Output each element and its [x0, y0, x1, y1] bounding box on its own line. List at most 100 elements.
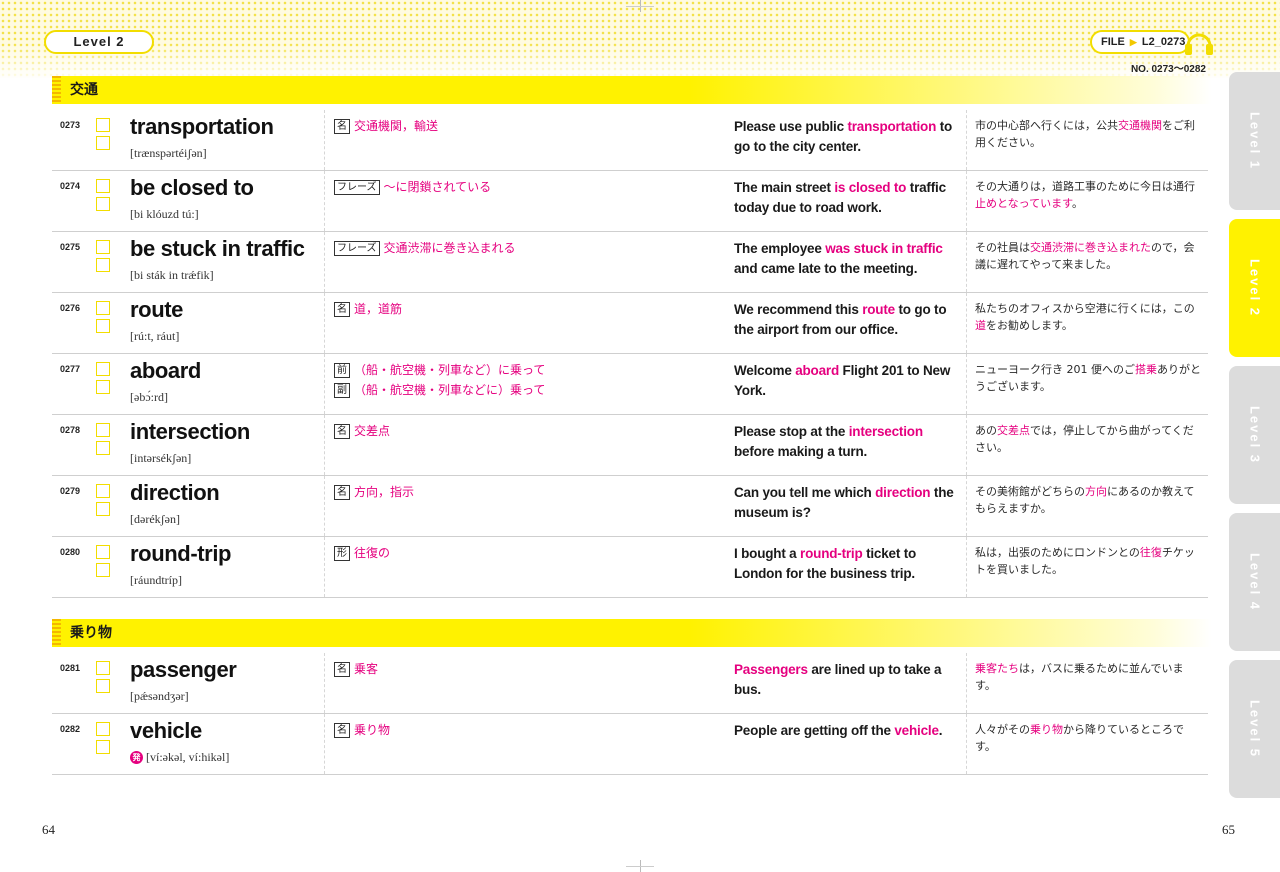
pronunciation-text: [intərsékʃən]: [130, 451, 192, 465]
definitions: 名乗り物: [334, 720, 734, 740]
pronunciation-text: [əbɔ́:rd]: [130, 390, 168, 404]
page-number-right: 65: [1222, 822, 1235, 837]
pronunciation: [pǽsəndʒər]: [130, 689, 189, 704]
check-box[interactable]: [96, 740, 110, 754]
example-translation: その大通りは，道路工事のために今日は通行止めとなっています。: [975, 178, 1203, 212]
translation-text: 私は，出張のためにロンドンとの: [975, 546, 1140, 559]
vocab-entry: 0275 be stuck in traffic [bi sták in trǽfi…: [52, 232, 1208, 293]
example-sentence: Please use public transportation to go t…: [734, 117, 960, 157]
tab-level-1[interactable]: Level 1: [1229, 72, 1280, 210]
column-divider: [966, 110, 967, 170]
pronunciation-text: [dərékʃən]: [130, 512, 180, 526]
entry-range: NO. 0273～0282: [1130, 64, 1206, 75]
pronunciation: [ráundtríp]: [130, 573, 182, 588]
example-highlight: aboard: [795, 363, 839, 378]
example-text: People are getting off the: [734, 723, 895, 738]
file-id: L2_0273: [1141, 36, 1186, 48]
crop-mark: [626, 6, 654, 7]
entry-number: 0278: [60, 425, 81, 435]
example-sentence: We recommend this route to go to the air…: [734, 300, 960, 340]
definitions: 形往復の: [334, 543, 734, 563]
definition: 副 （船・航空機・列車などに）乗って: [334, 380, 734, 400]
translation-highlight: 往復: [1139, 546, 1162, 559]
definition-text: （船・航空機・列車など）に乗って: [354, 363, 546, 377]
tab-level-4[interactable]: Level 4: [1229, 513, 1280, 651]
translation-highlight: 交差点: [997, 424, 1030, 437]
pronunciation: [bi klóuzd tú:]: [130, 207, 199, 222]
example-highlight: round-trip: [800, 546, 863, 561]
headword: round-trip: [130, 541, 232, 566]
check-box[interactable]: [96, 423, 110, 437]
definition-text: 方向，指示: [354, 485, 415, 499]
check-box[interactable]: [96, 545, 110, 559]
column-divider: [324, 653, 325, 713]
pronunciation-text: [rú:t, ráut]: [130, 329, 180, 343]
example-sentence: I bought a round-trip ticket to London f…: [734, 544, 960, 584]
check-box[interactable]: [96, 661, 110, 675]
check-box[interactable]: [96, 118, 110, 132]
definition: 形往復の: [334, 543, 734, 563]
play-arrow-icon: ▶: [1129, 37, 1137, 47]
part-of-speech-badge: 形: [334, 546, 350, 561]
translation-text: その大通りは，道路工事のために今日は通行: [975, 180, 1195, 193]
crop-mark: [626, 866, 654, 867]
headword: be stuck in traffic: [130, 236, 305, 261]
check-box[interactable]: [96, 136, 110, 150]
tab-level-3[interactable]: Level 3: [1229, 366, 1280, 504]
example-translation: その社員は交通渋滞に巻き込まれたので，会議に遅れてやって来ました。: [975, 239, 1203, 273]
check-box[interactable]: [96, 441, 110, 455]
entry-number: 0282: [60, 724, 81, 734]
pronunciation: [trænspərtéiʃən]: [130, 146, 207, 161]
definitions: 名交差点: [334, 421, 734, 441]
part-of-speech-badge: 副: [334, 383, 350, 398]
check-box[interactable]: [96, 197, 110, 211]
tab-label: Level 1: [1247, 111, 1262, 171]
headword: transportation: [130, 114, 274, 139]
check-box[interactable]: [96, 563, 110, 577]
example-sentence: The employee was stuck in traffic and ca…: [734, 239, 960, 279]
example-text: before making a turn.: [734, 444, 868, 459]
check-box[interactable]: [96, 240, 110, 254]
part-of-speech-badge: 名: [334, 302, 350, 317]
entry-number: 0280: [60, 547, 81, 557]
column-divider: [966, 714, 967, 774]
definition-text: （船・航空機・列車などに）乗って: [354, 383, 546, 397]
pronunciation-text: [bi sták in trǽfik]: [130, 268, 214, 282]
example-sentence: People are getting off the vehicle.: [734, 721, 960, 741]
check-box[interactable]: [96, 679, 110, 693]
tab-level-5[interactable]: Level 5: [1229, 660, 1280, 798]
check-box[interactable]: [96, 484, 110, 498]
column-divider: [324, 354, 325, 414]
check-box[interactable]: [96, 319, 110, 333]
check-box[interactable]: [96, 380, 110, 394]
entry-number: 0281: [60, 663, 81, 673]
tab-level-2[interactable]: Level 2: [1229, 219, 1280, 357]
part-of-speech-badge: フレーズ: [334, 180, 380, 195]
headword: direction: [130, 480, 220, 505]
example-sentence: Passengers are lined up to take a bus.: [734, 660, 960, 700]
section-stripe: [52, 619, 61, 647]
section-title: 交通: [70, 82, 98, 98]
definition: 名交通機関，輸送: [334, 116, 734, 136]
example-highlight: vehicle: [894, 723, 939, 738]
check-box[interactable]: [96, 258, 110, 272]
check-box[interactable]: [96, 722, 110, 736]
check-box[interactable]: [96, 179, 110, 193]
example-highlight: direction: [875, 485, 931, 500]
check-box[interactable]: [96, 301, 110, 315]
translation-highlight: 交通渋滞に巻き込まれた: [1030, 241, 1151, 254]
check-box[interactable]: [96, 362, 110, 376]
tab-label: Level 4: [1247, 552, 1262, 612]
part-of-speech-badge: 名: [334, 723, 350, 738]
definitions: フレーズ 交通渋滞に巻き込まれる: [334, 238, 734, 258]
entry-number: 0279: [60, 486, 81, 496]
column-divider: [966, 476, 967, 536]
entry-number: 0276: [60, 303, 81, 313]
headphone-icon[interactable]: [1182, 26, 1216, 56]
file-badge[interactable]: FILE ▶ L2_0273: [1090, 30, 1190, 54]
column-divider: [966, 293, 967, 353]
column-divider: [966, 354, 967, 414]
check-box[interactable]: [96, 502, 110, 516]
example-translation: 乗客たちは，バスに乗るために並んでいます。: [975, 660, 1203, 694]
part-of-speech-badge: フレーズ: [334, 241, 380, 256]
